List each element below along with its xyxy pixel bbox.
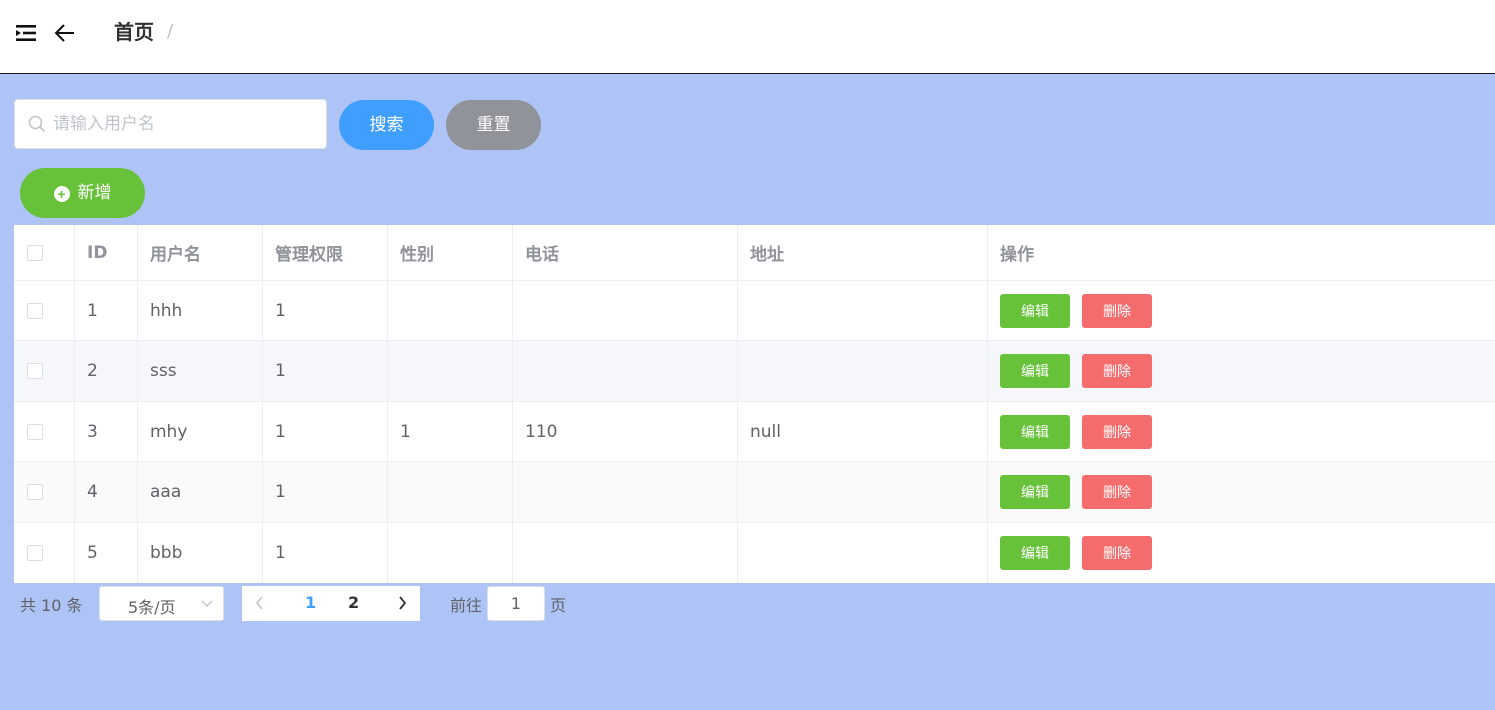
page-size-select[interactable]: 5条/页 — [99, 586, 224, 621]
edit-button[interactable]: 编辑 — [1000, 414, 1070, 449]
delete-button[interactable]: 删除 — [1082, 475, 1152, 509]
cell-address — [738, 523, 988, 583]
row-checkbox[interactable] — [27, 363, 43, 379]
cell-address — [738, 462, 988, 522]
page-number-2[interactable]: 2 — [348, 593, 359, 612]
edit-button[interactable]: 编辑 — [1000, 475, 1070, 509]
cell-gender — [388, 281, 513, 340]
column-header-actions: 操作 — [1000, 245, 1034, 265]
page-list: 1 2 — [242, 586, 420, 621]
cell-phone — [513, 341, 738, 401]
cell-gender — [388, 462, 513, 522]
table-row: 5 bbb 1 编辑 删除 — [14, 523, 1495, 583]
cell-phone — [513, 281, 738, 340]
row-checkbox[interactable] — [27, 302, 43, 319]
table-row: 3 mhy 1 1 110 null 编辑 删除 — [14, 402, 1495, 462]
add-button[interactable]: + 新增 — [20, 168, 145, 218]
edit-button[interactable]: 编辑 — [1000, 293, 1070, 328]
cell-role: 1 — [263, 523, 388, 583]
edit-button[interactable]: 编辑 — [1000, 354, 1070, 388]
column-header-gender: 性别 — [388, 225, 513, 280]
row-select-cell — [14, 281, 75, 340]
cell-actions: 编辑 删除 — [988, 341, 1495, 401]
add-button-label: 新增 — [77, 183, 112, 202]
cell-role: 1 — [263, 462, 388, 522]
row-select-cell — [14, 462, 75, 522]
header-select-cell — [14, 225, 75, 280]
row-select-cell — [14, 341, 75, 401]
cell-username: mhy — [138, 402, 263, 461]
cell-gender — [388, 523, 513, 583]
delete-button[interactable]: 删除 — [1082, 293, 1152, 328]
chevron-right-icon[interactable] — [396, 596, 408, 610]
goto-suffix: 页 — [550, 596, 567, 615]
search-button[interactable]: 搜索 — [339, 100, 434, 150]
chevron-down-icon — [201, 600, 213, 607]
reset-button[interactable]: 重置 — [446, 100, 541, 150]
pagination: 共 10 条 5条/页 1 2 前往 页 — [0, 586, 700, 622]
cell-address — [738, 281, 988, 340]
top-header: 首页 / — [0, 0, 1495, 74]
plus-circle-icon: + — [53, 186, 70, 202]
delete-button[interactable]: 删除 — [1082, 414, 1152, 449]
page-number-1[interactable]: 1 — [305, 593, 316, 612]
cell-username: hhh — [138, 281, 263, 340]
cell-role: 1 — [263, 341, 388, 401]
cell-id: 1 — [75, 281, 138, 340]
row-select-cell — [14, 402, 75, 461]
menu-fold-icon[interactable] — [16, 24, 38, 42]
column-header-address: 地址 — [738, 225, 988, 280]
cell-id: 2 — [75, 341, 138, 401]
column-header-role: 管理权限 — [263, 225, 388, 280]
page-size-value: 5条/页 — [128, 598, 176, 617]
row-checkbox[interactable] — [27, 484, 43, 500]
cell-gender: 1 — [388, 402, 513, 461]
pagination-total: 共 10 条 — [20, 596, 83, 615]
cell-role: 1 — [263, 402, 388, 461]
edit-button[interactable]: 编辑 — [1000, 536, 1070, 570]
cell-actions: 编辑 删除 — [988, 523, 1495, 583]
cell-phone: 110 — [513, 402, 738, 461]
cell-actions: 编辑 删除 — [988, 402, 1495, 461]
cell-username: aaa — [138, 462, 263, 522]
search-icon — [28, 115, 46, 133]
cell-role: 1 — [263, 281, 388, 340]
chevron-left-icon[interactable] — [254, 596, 266, 610]
cell-address: null — [738, 402, 988, 461]
column-header-username: 用户名 — [138, 225, 263, 280]
cell-id: 4 — [75, 462, 138, 522]
cell-id: 5 — [75, 523, 138, 583]
column-header-phone: 电话 — [513, 225, 738, 280]
search-input[interactable] — [53, 100, 323, 148]
cell-username: bbb — [138, 523, 263, 583]
select-all-checkbox[interactable] — [27, 244, 43, 261]
row-checkbox[interactable] — [27, 545, 43, 561]
row-select-cell — [14, 523, 75, 583]
cell-phone — [513, 523, 738, 583]
breadcrumb-separator: / — [167, 21, 174, 42]
cell-actions: 编辑 删除 — [988, 462, 1495, 522]
arrow-left-icon[interactable] — [52, 22, 76, 44]
cell-actions: 编辑 删除 — [988, 281, 1495, 340]
cell-id: 3 — [75, 402, 138, 461]
cell-address — [738, 341, 988, 401]
delete-button[interactable]: 删除 — [1082, 536, 1152, 570]
goto-page-input[interactable] — [487, 586, 545, 621]
row-checkbox[interactable] — [27, 423, 43, 440]
table-row: 1 hhh 1 编辑 删除 — [14, 281, 1495, 341]
table-row: 4 aaa 1 编辑 删除 — [14, 462, 1495, 523]
search-box — [14, 99, 327, 149]
column-header-id: ID — [75, 225, 138, 280]
delete-button[interactable]: 删除 — [1082, 354, 1152, 388]
breadcrumb-home[interactable]: 首页 — [114, 18, 154, 46]
user-table: ID 用户名 管理权限 性别 电话 地址 操作 1 hhh 1 编辑 删除 2 … — [14, 225, 1495, 583]
cell-username: sss — [138, 341, 263, 401]
goto-label: 前往 — [450, 596, 483, 615]
table-row: 2 sss 1 编辑 删除 — [14, 341, 1495, 402]
table-header-row: ID 用户名 管理权限 性别 电话 地址 操作 — [14, 225, 1495, 281]
cell-gender — [388, 341, 513, 401]
cell-phone — [513, 462, 738, 522]
